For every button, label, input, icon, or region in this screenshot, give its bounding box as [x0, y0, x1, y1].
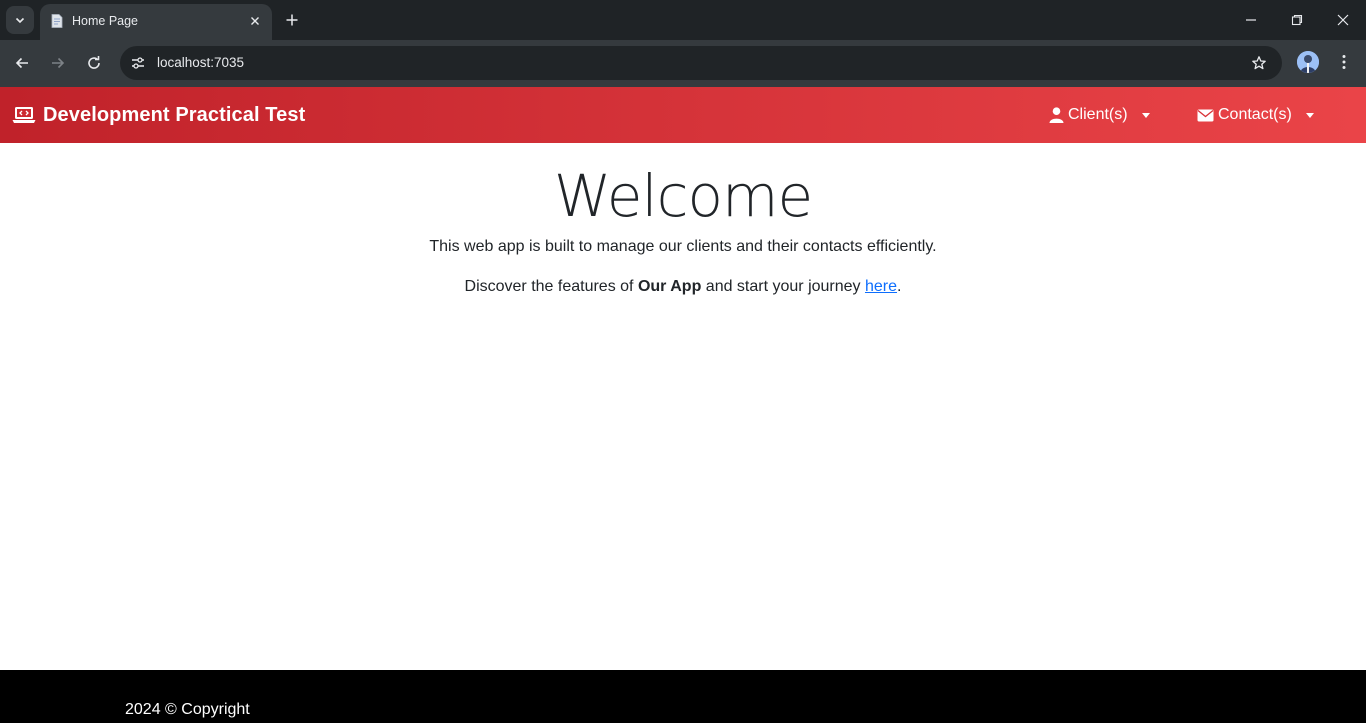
- url-text[interactable]: localhost:7035: [157, 55, 244, 70]
- reload-icon: [88, 56, 100, 69]
- page-icon: [49, 13, 65, 29]
- app-description: This web app is built to manage our clie…: [429, 238, 937, 255]
- brand-title: Development Practical Test: [43, 103, 306, 126]
- more-vert-icon: [1342, 55, 1346, 69]
- restore-icon: [1291, 14, 1303, 26]
- browser-tabstrip: Home Page: [0, 0, 1366, 40]
- page-title: Welcome: [553, 162, 813, 230]
- copyright-text: 2024 © Copyright: [125, 701, 250, 718]
- tab-title: Home Page: [72, 14, 139, 28]
- profile-avatar[interactable]: [1297, 51, 1319, 73]
- app-name: Our App: [637, 278, 702, 295]
- tune-icon: [132, 57, 144, 69]
- brand-link[interactable]: Development Practical Test: [12, 101, 305, 129]
- caret-down-icon: [1305, 112, 1314, 118]
- arrow-left-icon: [15, 57, 28, 69]
- envelope-icon: [1197, 109, 1214, 121]
- star-icon: [1252, 56, 1266, 70]
- browser-tab[interactable]: Home Page: [40, 4, 272, 40]
- close-icon: [251, 17, 259, 25]
- arrow-right-icon: [52, 57, 65, 69]
- address-bar[interactable]: localhost:7035: [120, 46, 1282, 80]
- contacts-label: Contact(s): [1218, 106, 1292, 123]
- window-minimize-button[interactable]: [1228, 0, 1274, 40]
- caret-down-icon: [1141, 112, 1150, 118]
- journey-link[interactable]: here: [865, 278, 897, 295]
- discover-text: Discover the features of Our App and sta…: [464, 278, 902, 295]
- browser-toolbar: localhost:7035: [0, 40, 1366, 87]
- clients-label: Client(s): [1068, 106, 1128, 123]
- reload-button[interactable]: [83, 52, 105, 74]
- footer: 2024 © Copyright: [0, 670, 1366, 723]
- back-button[interactable]: [11, 52, 33, 74]
- site-info-button[interactable]: [126, 51, 150, 75]
- bookmark-button[interactable]: [1249, 53, 1269, 73]
- browser-menu-button[interactable]: [1334, 52, 1354, 72]
- app-navbar: Development Practical Test Client(s) Con…: [0, 87, 1366, 143]
- tab-close-button[interactable]: [246, 12, 264, 30]
- user-icon: [1049, 107, 1064, 123]
- minimize-icon: [1246, 19, 1256, 21]
- clients-dropdown[interactable]: Client(s): [1049, 103, 1150, 127]
- plus-icon: [286, 14, 298, 26]
- new-tab-button[interactable]: [282, 10, 302, 30]
- tab-search-button[interactable]: [6, 6, 34, 34]
- chevron-down-icon: [15, 17, 25, 24]
- laptop-code-icon: [12, 105, 36, 125]
- contacts-dropdown[interactable]: Contact(s): [1197, 103, 1314, 127]
- window-close-button[interactable]: [1320, 0, 1366, 40]
- window-restore-button[interactable]: [1274, 0, 1320, 40]
- close-icon: [1337, 14, 1349, 26]
- forward-button[interactable]: [47, 52, 69, 74]
